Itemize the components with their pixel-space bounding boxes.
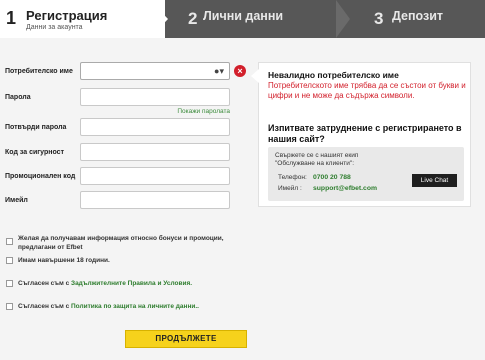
privacy-link[interactable]: Политика по защита на личните данни..	[71, 303, 199, 310]
terms-text: Съгласен съм с Задължителните Правила и …	[18, 279, 243, 288]
age-text: Имам навършени 18 години.	[18, 257, 110, 264]
live-chat-button[interactable]: Live Chat	[412, 174, 457, 187]
step-number: 3	[374, 9, 384, 28]
username-input[interactable]: ●▾	[80, 62, 230, 80]
privacy-text: Съгласен съм с Политика по защита на лич…	[18, 302, 243, 311]
email-label: Имейл	[5, 197, 28, 204]
bonus-info-text: Желая да получавам информация относно бо…	[18, 235, 224, 251]
username-error: Невалидно потребителско име Потребителск…	[251, 63, 470, 113]
confirm-password-input[interactable]	[80, 118, 230, 136]
security-code-label: Код за сигурност	[5, 149, 64, 156]
username-label: Потребителско име	[5, 68, 73, 75]
step-subtitle: Данни за акаунта	[26, 24, 83, 31]
password-input[interactable]	[80, 88, 230, 106]
show-password-link[interactable]: Покажи паролата	[177, 108, 230, 115]
step-arrow	[336, 0, 350, 38]
step-number: 1	[6, 8, 17, 28]
step-title: Депозит	[392, 9, 444, 23]
age-checkbox[interactable]	[6, 257, 13, 264]
step-personal-data: 2 Лични данни	[180, 0, 350, 38]
privacy-prefix: Съгласен съм с	[18, 303, 71, 310]
phone-number: 0700 20 788	[313, 174, 351, 181]
promo-code-input[interactable]	[80, 167, 230, 185]
step-number: 2	[188, 9, 198, 28]
confirm-password-label: Потвърди парола	[5, 124, 67, 131]
contact-box: Свържете се с нашият екип "Обслужване на…	[268, 147, 464, 201]
error-tooltip-pointer	[251, 69, 259, 83]
error-message: Потребителското име трябва да се състои …	[268, 81, 466, 100]
user-dropdown-icon[interactable]: ●▾	[214, 66, 224, 77]
terms-checkbox[interactable]	[6, 280, 13, 287]
error-title: Невалидно потребителско име	[268, 70, 399, 80]
info-panel: Невалидно потребителско име Потребителск…	[251, 62, 471, 207]
contact-text: Свържете се с нашият екип "Обслужване на…	[275, 152, 359, 167]
step-title: Лични данни	[203, 9, 284, 23]
security-code-input[interactable]	[80, 143, 230, 161]
promo-code-label: Промоционален код	[5, 173, 76, 180]
registration-steps: 1 Регистрация Данни за акаунта 2 Лични д…	[0, 0, 485, 38]
terms-prefix: Съгласен съм с	[18, 280, 71, 287]
step-registration: 1 Регистрация Данни за акаунта	[0, 0, 165, 38]
support-email-link[interactable]: support@efbet.com	[313, 185, 377, 192]
step-arrow	[150, 0, 168, 38]
privacy-checkbox[interactable]	[6, 303, 13, 310]
phone-label: Телефон:	[278, 174, 307, 181]
registration-form: Потребителско име ●▾ × Парола Покажи пар…	[0, 38, 255, 360]
error-icon: ×	[234, 65, 246, 77]
step-title: Регистрация	[26, 8, 108, 23]
terms-link[interactable]: Задължителните Правила и Условия.	[71, 280, 192, 287]
email-input[interactable]	[80, 191, 230, 209]
bonus-info-checkbox[interactable]	[6, 238, 13, 245]
email-label: Имейл :	[278, 185, 302, 192]
help-title: Изпитвате затруднение с регистрирането в…	[268, 123, 462, 144]
password-label: Парола	[5, 94, 31, 101]
step-deposit: 3 Депозит	[370, 0, 485, 38]
continue-button[interactable]: ПРОДЪЛЖЕТЕ	[125, 330, 247, 348]
